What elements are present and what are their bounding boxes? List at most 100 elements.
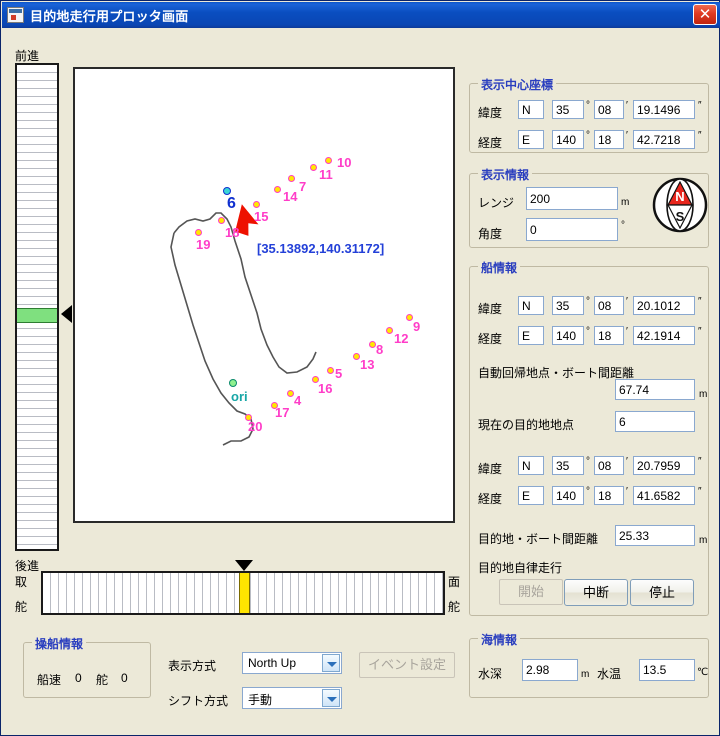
svg-text:N: N — [675, 189, 684, 204]
current-destination-input[interactable] — [615, 411, 695, 432]
dest-lon-sec[interactable] — [633, 486, 695, 505]
shift-mode-select[interactable]: 手動 — [242, 687, 342, 709]
current-waypoint-dot — [223, 187, 231, 195]
waypoint-dot[interactable] — [406, 314, 413, 321]
waypoint-dot[interactable] — [386, 327, 393, 334]
autorun-label: 目的地自律走行 — [478, 561, 563, 575]
ship-lat-min[interactable] — [594, 296, 624, 315]
waypoint-label: 5 — [335, 366, 343, 381]
display-center-lon-min-unit: ′ — [626, 130, 628, 141]
waypoint-label: 16 — [318, 381, 333, 396]
display-center-lat-deg-unit: ° — [586, 100, 590, 111]
display-center-lon-min[interactable] — [594, 130, 624, 149]
dest-lon-min[interactable] — [594, 486, 624, 505]
ship-lat-label: 緯度 — [478, 302, 503, 316]
shift-mode-value: 手動 — [248, 693, 273, 707]
display-center-lat-hemi[interactable] — [518, 100, 544, 119]
waypoint-label: 4 — [294, 393, 302, 408]
ship-lon-deg[interactable] — [552, 326, 584, 345]
waypoint-dot[interactable] — [287, 390, 294, 397]
waypoint-dot[interactable] — [369, 341, 376, 348]
range-label: レンジ — [478, 196, 515, 210]
throttle-pointer-icon — [61, 305, 72, 323]
ship-lon-sec[interactable] — [633, 326, 695, 345]
speed-value: 0 — [75, 671, 82, 685]
waypoint-label: 20 — [248, 419, 263, 434]
close-icon[interactable]: ✕ — [693, 4, 717, 25]
return-distance-label: 自動回帰地点・ボート間距離 — [478, 366, 635, 380]
ship-lon-min-unit: ′ — [626, 326, 628, 337]
shift-mode-label: シフト方式 — [168, 694, 229, 708]
waypoint-label: 15 — [254, 209, 269, 224]
compass-rose-icon: N S — [652, 177, 708, 233]
waypoint-dot[interactable] — [253, 201, 260, 208]
waypoint-dot[interactable] — [274, 186, 281, 193]
range-input[interactable] — [526, 187, 618, 210]
return-distance-unit: m — [699, 389, 708, 400]
ship-lon-hemi[interactable] — [518, 326, 544, 345]
helm-rudder-value: 0 — [121, 671, 128, 685]
dest-distance-input[interactable] — [615, 525, 695, 546]
origin-dot — [229, 379, 237, 387]
display-center-lon-deg[interactable] — [552, 130, 584, 149]
ship-lat-deg[interactable] — [552, 296, 584, 315]
track-path — [170, 212, 317, 446]
waypoint-dot[interactable] — [288, 175, 295, 182]
current-destination-label: 現在の目的地地点 — [478, 418, 575, 432]
dest-lon-deg-unit: ° — [586, 486, 590, 497]
display-mode-value: North Up — [248, 656, 297, 670]
waypoint-dot[interactable] — [325, 157, 332, 164]
depth-label: 水深 — [478, 667, 503, 681]
depth-input[interactable] — [522, 659, 578, 681]
dest-lat-min[interactable] — [594, 456, 624, 475]
start-button: 開始 — [499, 579, 563, 605]
ship-lon-min[interactable] — [594, 326, 624, 345]
dest-lon-min-unit: ′ — [626, 486, 628, 497]
chevron-down-icon-2[interactable] — [322, 689, 340, 707]
stop-button[interactable]: 停止 — [630, 579, 694, 606]
temp-label: 水温 — [597, 667, 622, 681]
dest-lon-sec-unit: ″ — [698, 486, 702, 497]
dest-lon-hemi[interactable] — [518, 486, 544, 505]
waypoint-label: 9 — [413, 319, 421, 334]
dest-lat-sec[interactable] — [633, 456, 695, 475]
chevron-down-icon[interactable] — [322, 654, 340, 672]
ship-info-title: 船情報 — [478, 259, 521, 276]
dest-lat-deg[interactable] — [552, 456, 584, 475]
throttle-reverse-label: 後進 — [15, 559, 40, 573]
waypoint-dot[interactable] — [218, 217, 225, 224]
display-center-lat-deg[interactable] — [552, 100, 584, 119]
waypoint-dot[interactable] — [195, 229, 202, 236]
waypoint-dot[interactable] — [327, 367, 334, 374]
temp-input[interactable] — [639, 659, 695, 681]
range-unit: m — [621, 197, 630, 208]
display-center-lat-min-unit: ′ — [626, 100, 628, 111]
ship-lat-deg-unit: ° — [586, 296, 590, 307]
waypoint-label: 8 — [376, 342, 384, 357]
waypoint-dot[interactable] — [353, 353, 360, 360]
waypoint-dot[interactable] — [310, 164, 317, 171]
return-distance-input[interactable] — [615, 379, 695, 400]
display-center-lat-sec-unit: ″ — [698, 100, 702, 111]
rudder-starboard-label-top: 面 — [448, 575, 461, 589]
plotter-window-icon — [7, 7, 24, 23]
pause-button[interactable]: 中断 — [564, 579, 628, 606]
display-center-lat-min[interactable] — [594, 100, 624, 119]
dest-distance-label: 目的地・ボート間距離 — [478, 532, 599, 546]
display-center-lon-hemi[interactable] — [518, 130, 544, 149]
display-center-lon-sec[interactable] — [633, 130, 695, 149]
waypoint-label: 18 — [225, 225, 240, 240]
dest-lat-sec-unit: ″ — [698, 456, 702, 467]
dest-lon-deg[interactable] — [552, 486, 584, 505]
title-bar: 目的地走行用プロッタ画面 ✕ — [2, 2, 720, 28]
throttle-slider[interactable] — [15, 63, 59, 551]
ship-lat-hemi[interactable] — [518, 296, 544, 315]
throttle-position-indicator — [17, 308, 57, 323]
dest-lat-hemi[interactable] — [518, 456, 544, 475]
display-center-lat-sec[interactable] — [633, 100, 695, 119]
dest-lat-deg-unit: ° — [586, 456, 590, 467]
ship-lat-sec[interactable] — [633, 296, 695, 315]
angle-input[interactable] — [526, 218, 618, 241]
display-mode-select[interactable]: North Up — [242, 652, 342, 674]
plotter-map[interactable]: [35.13892,140.31172] 6 ori 10 11 7 14 15 18 19… — [73, 67, 455, 523]
